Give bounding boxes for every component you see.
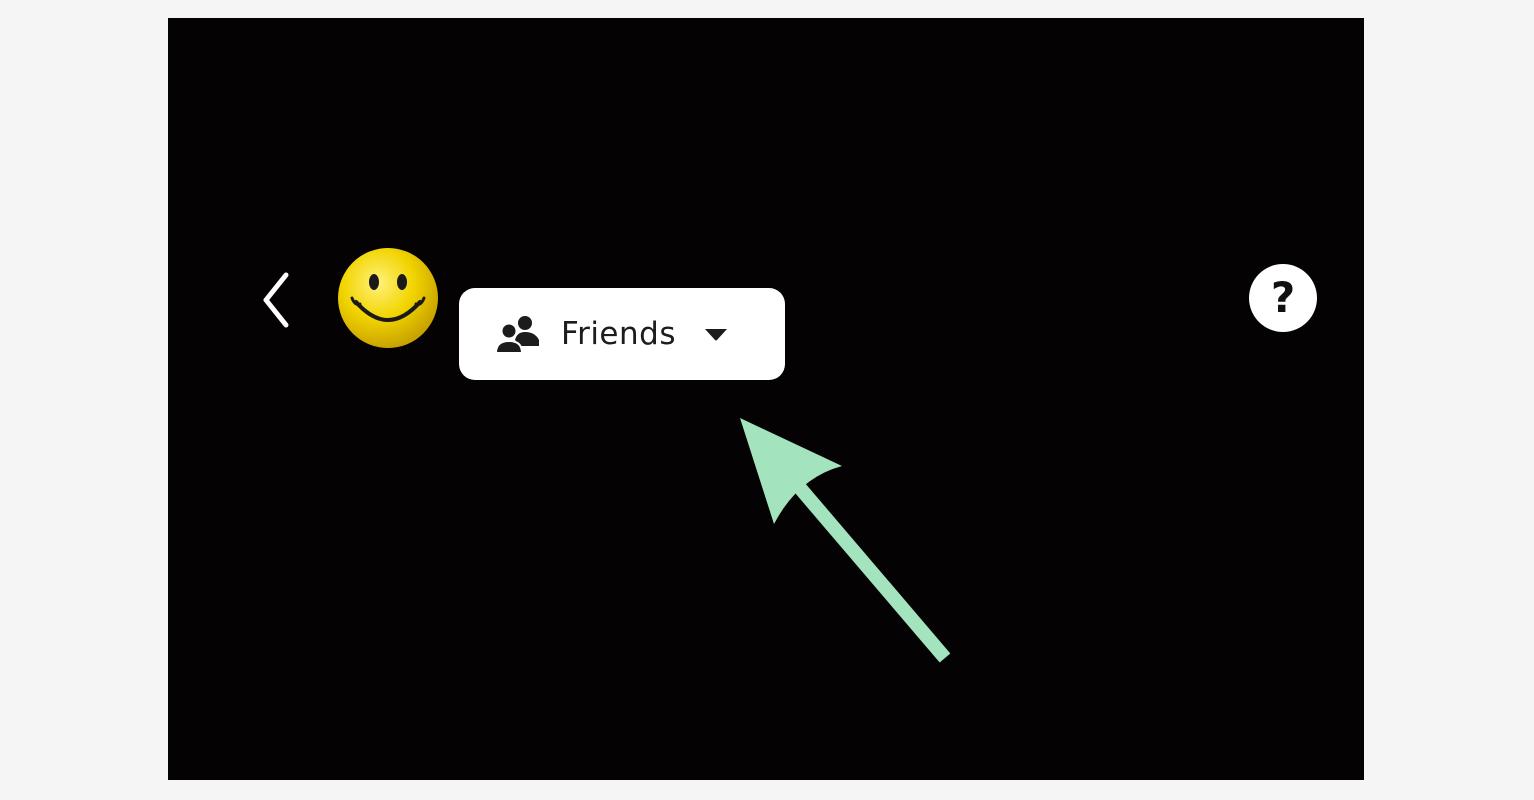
caret-down-icon	[702, 325, 730, 343]
audience-label: Friends	[561, 316, 676, 352]
chevron-left-icon	[263, 272, 289, 328]
audience-selector-button[interactable]: Friends	[459, 288, 785, 380]
avatar[interactable]	[336, 246, 440, 350]
help-button[interactable]: ?	[1249, 264, 1317, 332]
back-button[interactable]	[256, 268, 296, 332]
help-icon: ?	[1270, 273, 1296, 322]
smiley-face-icon	[338, 248, 438, 348]
story-screen: Friends ?	[168, 18, 1364, 780]
page-frame: Friends ?	[0, 0, 1534, 800]
friends-icon	[495, 314, 541, 354]
annotation-arrow	[740, 418, 951, 663]
